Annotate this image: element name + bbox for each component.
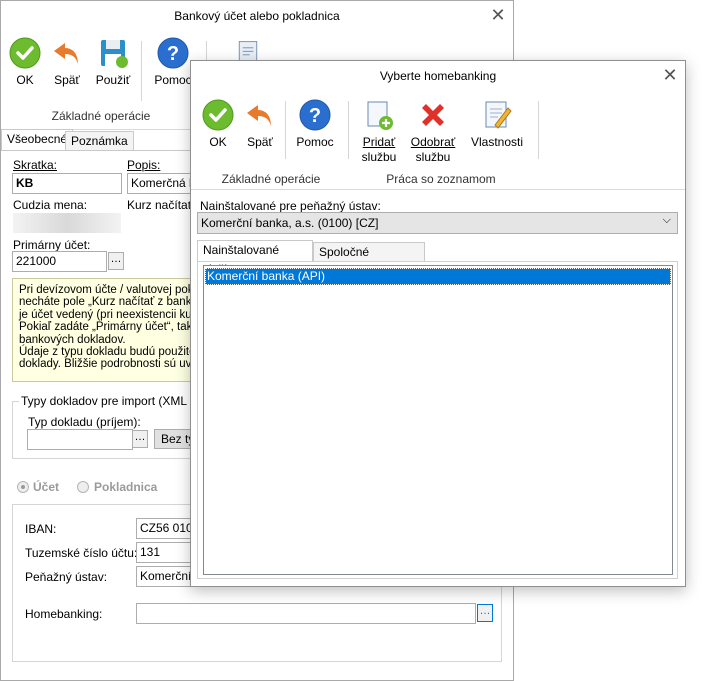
doc-type-field[interactable] [27, 429, 133, 450]
back-label: Späť [247, 135, 273, 149]
info-line: Pokiaľ zadáte „Primárny účet“, tak s [19, 321, 196, 334]
info-line: doklady. Bližšie podrobnosti sú uved [19, 358, 196, 371]
primary-account-label: Primárny účet: [13, 238, 91, 252]
ribbon-separator [348, 101, 349, 159]
description-field[interactable]: Komerčná ba [127, 173, 197, 194]
undo-arrow-icon [54, 43, 78, 64]
checkmark-icon [9, 37, 41, 69]
iban-field[interactable]: CZ56 0100 [136, 518, 196, 539]
help-icon: ? [157, 37, 189, 69]
back-button[interactable]: Späť [49, 37, 85, 87]
add-document-icon [367, 101, 393, 130]
ribbon-group1-label: Základné operácie [221, 172, 321, 186]
help-icon: ? [299, 99, 331, 131]
info-line: Pri devízovom účte / valutovej pokla [19, 284, 196, 296]
checkmark-icon [202, 99, 234, 131]
remove-label-1: Odobrať [410, 135, 456, 149]
homebanking-label: Homebanking: [25, 607, 103, 621]
remove-label-2: službu [415, 150, 451, 164]
tab-note[interactable]: Poznámka [65, 131, 134, 151]
properties-button[interactable]: Vlastnosti [469, 99, 525, 149]
homebanking-field[interactable] [136, 603, 476, 624]
local-account-field[interactable]: 131 [136, 542, 196, 563]
services-list[interactable]: Komerční banka (API) [203, 265, 673, 575]
cash-radio[interactable] [77, 481, 89, 493]
info-line: bankových dokladov. [19, 333, 126, 346]
window-title: Bankový účet alebo pokladnica [174, 9, 340, 23]
help-button[interactable]: ? Pomoc [151, 37, 195, 87]
ribbon-group2-label: Práca so zoznamom [386, 172, 496, 186]
close-icon[interactable]: ✕ [655, 61, 685, 91]
info-line: je účet vedený (pri neexistencii kurz [19, 308, 196, 321]
currency-label: Cudzia mena: [13, 198, 88, 212]
tab-installed-services[interactable]: Nainštalované služby [197, 240, 313, 276]
info-line: necháte pole „Kurz načítať z banky“ [19, 296, 196, 309]
ribbon-separator [141, 41, 142, 101]
shortcut-field[interactable]: KB [12, 173, 122, 194]
apply-button[interactable]: Použiť [93, 37, 133, 87]
ok-button[interactable]: OK [200, 99, 236, 149]
account-radio-label[interactable]: Účet [33, 480, 59, 494]
remove-x-icon [422, 104, 444, 126]
ok-label: OK [16, 73, 34, 87]
tab-general[interactable]: Všeobecné [1, 129, 74, 151]
installed-for-label: Nainštalované pre peňažný ústav: [200, 199, 381, 213]
add-label-2: službu [361, 150, 397, 164]
iban-label: IBAN: [25, 522, 57, 536]
description-label: Popis: [127, 158, 161, 172]
doc-type-browse-button[interactable]: … [132, 430, 148, 448]
local-account-label: Tuzemské číslo účtu: [25, 546, 138, 560]
help-label: Pomoc [296, 135, 334, 149]
save-icon [101, 40, 128, 68]
svg-text:?: ? [167, 43, 179, 65]
service-name: Komerční banka (API) [207, 269, 326, 283]
bank-select[interactable]: Komerční banka, a.s. (0100) [CZ] ⌵ [197, 212, 678, 234]
import-group-title: Typy dokladov pre import (XML pre [19, 394, 210, 408]
primary-account-field[interactable]: 221000 [12, 251, 107, 272]
add-service-button[interactable]: Pridať službu [355, 99, 403, 165]
edit-document-icon [485, 101, 512, 129]
homebanking-dialog: Vyberte homebanking ✕ OK Späť ? Pomoc Pr… [190, 60, 686, 587]
back-label: Späť [54, 73, 80, 87]
close-icon[interactable]: ✕ [483, 1, 513, 31]
ribbon-separator [285, 101, 286, 159]
list-item[interactable]: Komerční banka (API) [205, 268, 671, 285]
tab-strip: Nainštalované služby Spoločné nastavenie [197, 240, 678, 278]
ok-label: OK [209, 135, 227, 149]
cash-radio-label[interactable]: Pokladnica [94, 480, 157, 494]
bank-label: Peňažný ústav: [25, 570, 108, 584]
dialog-title: Vyberte homebanking [379, 69, 497, 83]
help-label: Pomoc [154, 73, 192, 87]
back-button[interactable]: Späť [242, 99, 278, 149]
properties-label: Vlastnosti [470, 135, 524, 149]
add-label-1: Pridať [362, 135, 396, 149]
undo-arrow-icon [247, 105, 271, 126]
info-line: Údaje z typu dokladu budú použité a [19, 346, 196, 359]
shortcut-label: Skratka: [13, 158, 58, 172]
doc-type-label: Typ dokladu (príjem): [28, 415, 141, 429]
bank-field[interactable]: Komerční b [136, 566, 196, 587]
info-box: Pri devízovom účte / valutovej pokla nec… [12, 278, 196, 382]
primary-account-browse-button[interactable]: … [108, 252, 124, 270]
tab-common-settings[interactable]: Spoločné nastavenie [313, 242, 425, 278]
chevron-down-icon: ⌵ [662, 214, 671, 226]
currency-field-blurred[interactable] [13, 213, 121, 233]
ribbon-group-label: Základné operácie [51, 109, 151, 123]
account-radio[interactable] [17, 481, 29, 493]
ribbon-bottom-border [191, 189, 685, 190]
help-button[interactable]: ? Pomoc [293, 99, 337, 149]
svg-text:?: ? [309, 105, 321, 127]
apply-label: Použiť [95, 73, 131, 87]
homebanking-browse-button[interactable]: … [477, 604, 493, 622]
ribbon-separator [538, 101, 539, 159]
ok-button[interactable]: OK [7, 37, 43, 87]
remove-service-button[interactable]: Odobrať službu [407, 99, 459, 165]
bank-select-value: Komerční banka, a.s. (0100) [CZ] [201, 216, 379, 230]
